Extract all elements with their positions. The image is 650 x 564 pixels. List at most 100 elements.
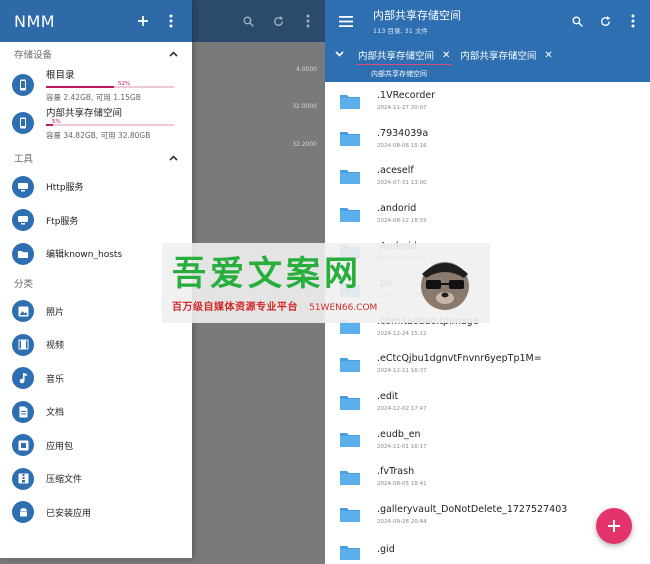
- background-size: 32.2000: [292, 141, 317, 148]
- category-label: 应用包: [46, 441, 74, 452]
- category-item-archives[interactable]: 压缩文件: [0, 462, 192, 496]
- folder-icon: [340, 94, 360, 109]
- mascot-logo-icon: [421, 262, 469, 310]
- folder-icon: [340, 545, 360, 560]
- tool-label: Http服务: [46, 183, 84, 194]
- background-size: 4.0000: [296, 66, 317, 73]
- chevron-down-icon[interactable]: [335, 50, 344, 60]
- tool-label: 编辑known_hosts: [46, 250, 123, 261]
- background-toolbar: [192, 0, 325, 42]
- file-name: .eudb_en: [377, 428, 421, 440]
- category-label: 已安装应用: [46, 508, 92, 519]
- chevron-up-icon: [169, 153, 178, 164]
- file-date: 2024-12-02 17:47: [377, 406, 427, 413]
- server-icon: [12, 209, 34, 232]
- file-date: 2024-11-01 16:17: [377, 443, 427, 450]
- file-name: .edit: [377, 391, 399, 403]
- category-item-apk[interactable]: 应用包: [0, 429, 192, 463]
- file-date: 2024-12-11 16:37: [377, 368, 427, 375]
- file-date: 2024-09-28 20:44: [377, 518, 427, 525]
- drawer-header: NMM: [0, 0, 192, 42]
- phone-icon: [12, 74, 34, 96]
- file-row[interactable]: .7934039a 2024-08-06 15:16: [325, 120, 650, 158]
- category-item-music[interactable]: 音乐: [0, 362, 192, 396]
- chevron-up-icon: [169, 49, 178, 60]
- server-icon: [12, 175, 34, 198]
- more-vert-icon[interactable]: [160, 10, 182, 32]
- category-label: 照片: [46, 307, 65, 318]
- file-name: .aceself: [377, 165, 414, 177]
- file-row[interactable]: .eudb_en 2024-11-01 16:17: [325, 420, 650, 458]
- tool-item-http[interactable]: Http服务: [0, 170, 192, 204]
- storage-percent: 52%: [118, 81, 131, 87]
- tab-internal-storage-2[interactable]: 内部共享存储空间 ✕: [460, 42, 552, 68]
- file-date: 2024-12-24 15:12: [377, 330, 427, 337]
- file-name: .eCtcQjbu1dgnvtFnvnr6yepTp1M=: [377, 353, 542, 365]
- folder-icon: [340, 169, 360, 184]
- file-row[interactable]: .andorid 2024-08-12 18:55: [325, 195, 650, 233]
- document-icon: [12, 400, 34, 423]
- folder-icon: [340, 508, 360, 523]
- category-label: 视频: [46, 341, 65, 352]
- search-icon[interactable]: [566, 10, 588, 32]
- add-button[interactable]: [132, 10, 154, 32]
- watermark-title: 吾爱文案网: [172, 253, 362, 294]
- folder-icon: [340, 433, 360, 448]
- file-row[interactable]: .fvTrash 2024-08-05 18:41: [325, 458, 650, 496]
- more-vert-icon: [297, 10, 319, 32]
- storage-item-internal[interactable]: 内部共享存储空间 5% 容量 34.82GB, 可用 32.80GB: [0, 104, 192, 142]
- close-icon[interactable]: ✕: [544, 50, 552, 61]
- file-name: .fvTrash: [377, 466, 415, 478]
- category-item-documents[interactable]: 文档: [0, 395, 192, 429]
- package-icon: [12, 434, 34, 457]
- category-item-videos[interactable]: 视频: [0, 328, 192, 362]
- storage-item-root[interactable]: 根目录 52% 容量 2.42GB, 可用 1.15GB: [0, 66, 192, 104]
- storage-name: 内部共享存储空间: [46, 108, 123, 119]
- folder-icon: [340, 132, 360, 147]
- storage-name: 根目录: [46, 70, 75, 81]
- tool-item-ftp[interactable]: Ftp服务: [0, 204, 192, 238]
- close-icon[interactable]: ✕: [442, 50, 450, 61]
- menu-icon[interactable]: [335, 10, 357, 32]
- file-date: 2024-07-31 13:00: [377, 180, 427, 187]
- app-title: NMM: [14, 11, 56, 31]
- storage-capacity: 容量 34.82GB, 可用 32.80GB: [46, 131, 151, 140]
- android-icon: [12, 501, 34, 524]
- archive-icon: [12, 467, 34, 490]
- section-label: 分类: [14, 278, 34, 290]
- add-fab-button[interactable]: [596, 508, 632, 544]
- folder-icon: [340, 470, 360, 485]
- section-label: 工具: [14, 154, 34, 165]
- file-name: .gid: [377, 544, 395, 556]
- file-row[interactable]: .eCtcQjbu1dgnvtFnvnr6yepTp1M= 2024-12-11 …: [325, 345, 650, 383]
- refresh-icon[interactable]: [594, 10, 616, 32]
- file-row[interactable]: .edit 2024-12-02 17:47: [325, 383, 650, 421]
- item-count: 113 目录, 31 文件: [373, 27, 428, 35]
- storage-usage-bar: 5%: [46, 119, 180, 128]
- tab-internal-storage-1[interactable]: 内部共享存储空间 ✕: [355, 42, 453, 68]
- category-label: 音乐: [46, 374, 65, 385]
- tab-bar: 内部共享存储空间 ✕ 内部共享存储空间 ✕: [325, 42, 650, 68]
- more-vert-icon[interactable]: [622, 10, 644, 32]
- section-storage[interactable]: 存储设备: [0, 42, 192, 66]
- video-icon: [12, 333, 34, 356]
- watermark-tagline: 百万级自媒体资源专业平台: [172, 301, 298, 313]
- file-name: .galleryvault_DoNotDelete_1727527403: [377, 503, 568, 515]
- file-date: 2024-08-06 15:16: [377, 142, 427, 149]
- file-row[interactable]: .aceself 2024-07-31 13:00: [325, 157, 650, 195]
- page-title: 内部共享存储空间: [373, 9, 461, 22]
- file-row[interactable]: .1VRecorder 2024-11-27 20:07: [325, 82, 650, 120]
- storage-percent: 5%: [52, 119, 61, 125]
- category-item-installed-apps[interactable]: 已安装应用: [0, 496, 192, 530]
- category-label: 文档: [46, 408, 65, 419]
- file-list: .1VRecorder 2024-11-27 20:07 .7934039a 2024…: [325, 82, 650, 564]
- watermark-url: 51WEN66.COM: [309, 302, 378, 313]
- storage-capacity: 容量 2.42GB, 可用 1.15GB: [46, 93, 141, 102]
- app-bar: 内部共享存储空间 113 目录, 31 文件: [325, 0, 650, 42]
- breadcrumb[interactable]: 内部共享存储空间: [325, 68, 650, 82]
- file-name: .7934039a: [377, 127, 429, 139]
- section-tools[interactable]: 工具: [0, 146, 192, 170]
- file-date: 2024-11-27 20:07: [377, 105, 427, 112]
- file-name: .andorid: [377, 203, 417, 215]
- refresh-icon: [267, 10, 289, 32]
